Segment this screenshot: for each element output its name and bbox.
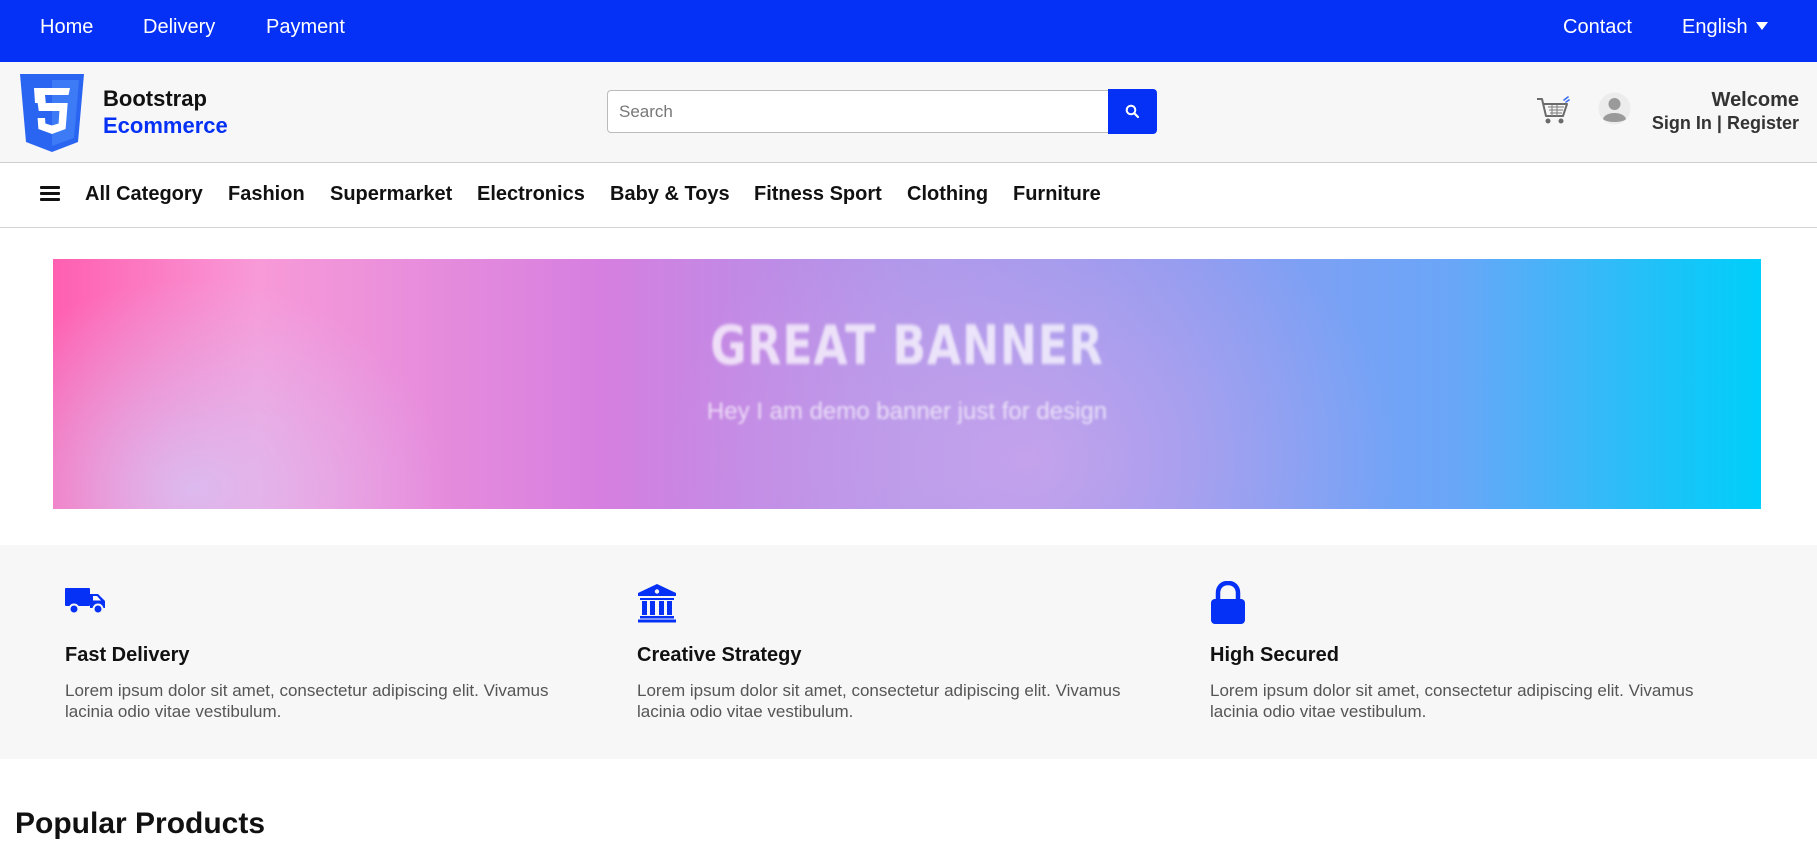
category-fashion[interactable]: Fashion [228, 183, 305, 206]
hero-banner[interactable]: GREAT BANNER Hey I am demo banner just f… [53, 259, 1761, 509]
user-icon[interactable] [1598, 92, 1631, 125]
search-input[interactable] [607, 90, 1109, 133]
nav-contact-link[interactable]: Contact [1563, 16, 1632, 39]
caret-down-icon [1755, 22, 1768, 30]
bank-icon [638, 584, 676, 623]
popular-products-heading: Popular Products [15, 807, 266, 840]
sign-in-link[interactable]: Sign In [1652, 113, 1712, 133]
banner-subtitle: Hey I am demo banner just for design [706, 398, 1108, 425]
feature-title: Creative Strategy [637, 644, 802, 666]
auth-links: Sign In | Register [1652, 113, 1799, 134]
category-electronics[interactable]: Electronics [477, 183, 585, 206]
auth-separator: | [1711, 113, 1727, 133]
category-clothing[interactable]: Clothing [907, 183, 988, 206]
nav-payment-link[interactable]: Payment [266, 16, 345, 39]
category-nav: All Category Fashion Supermarket Electro… [0, 163, 1817, 228]
category-furniture[interactable]: Furniture [1013, 183, 1101, 206]
feature-text: Lorem ipsum dolor sit amet, consectetur … [637, 681, 1121, 721]
cart-icon[interactable] [1536, 96, 1570, 126]
feature-title: High Secured [1210, 644, 1339, 666]
brand-name: Bootstrap [103, 86, 207, 111]
truck-icon [65, 588, 105, 615]
category-fitness-sport[interactable]: Fitness Sport [754, 183, 882, 206]
language-dropdown[interactable]: English [1682, 16, 1768, 39]
feature-text: Lorem ipsum dolor sit amet, consectetur … [1210, 681, 1694, 721]
nav-home-link[interactable]: Home [40, 16, 93, 39]
nav-delivery-link[interactable]: Delivery [143, 16, 215, 39]
feature-title: Fast Delivery [65, 644, 190, 666]
banner-title: GREAT BANNER [710, 314, 1104, 377]
search-icon [1125, 104, 1140, 119]
search-button[interactable] [1108, 89, 1157, 134]
feature-text: Lorem ipsum dolor sit amet, consectetur … [65, 681, 549, 721]
site-header: Bootstrap Ecommerce Welcome Sign In | Re… [0, 62, 1817, 163]
hamburger-menu-icon[interactable] [40, 186, 60, 204]
category-supermarket[interactable]: Supermarket [330, 183, 452, 206]
brand-subname: Ecommerce [103, 113, 228, 138]
category-all[interactable]: All Category [85, 183, 203, 206]
category-baby-toys[interactable]: Baby & Toys [610, 183, 730, 206]
lock-icon [1211, 581, 1245, 624]
top-navbar: Home Delivery Payment Contact English [0, 0, 1817, 62]
language-label: English [1682, 16, 1748, 38]
register-link[interactable]: Register [1727, 113, 1799, 133]
css3-logo-icon[interactable] [18, 74, 86, 152]
features-section: Fast Delivery Lorem ipsum dolor sit amet… [0, 545, 1817, 759]
welcome-text: Welcome [1711, 89, 1799, 111]
